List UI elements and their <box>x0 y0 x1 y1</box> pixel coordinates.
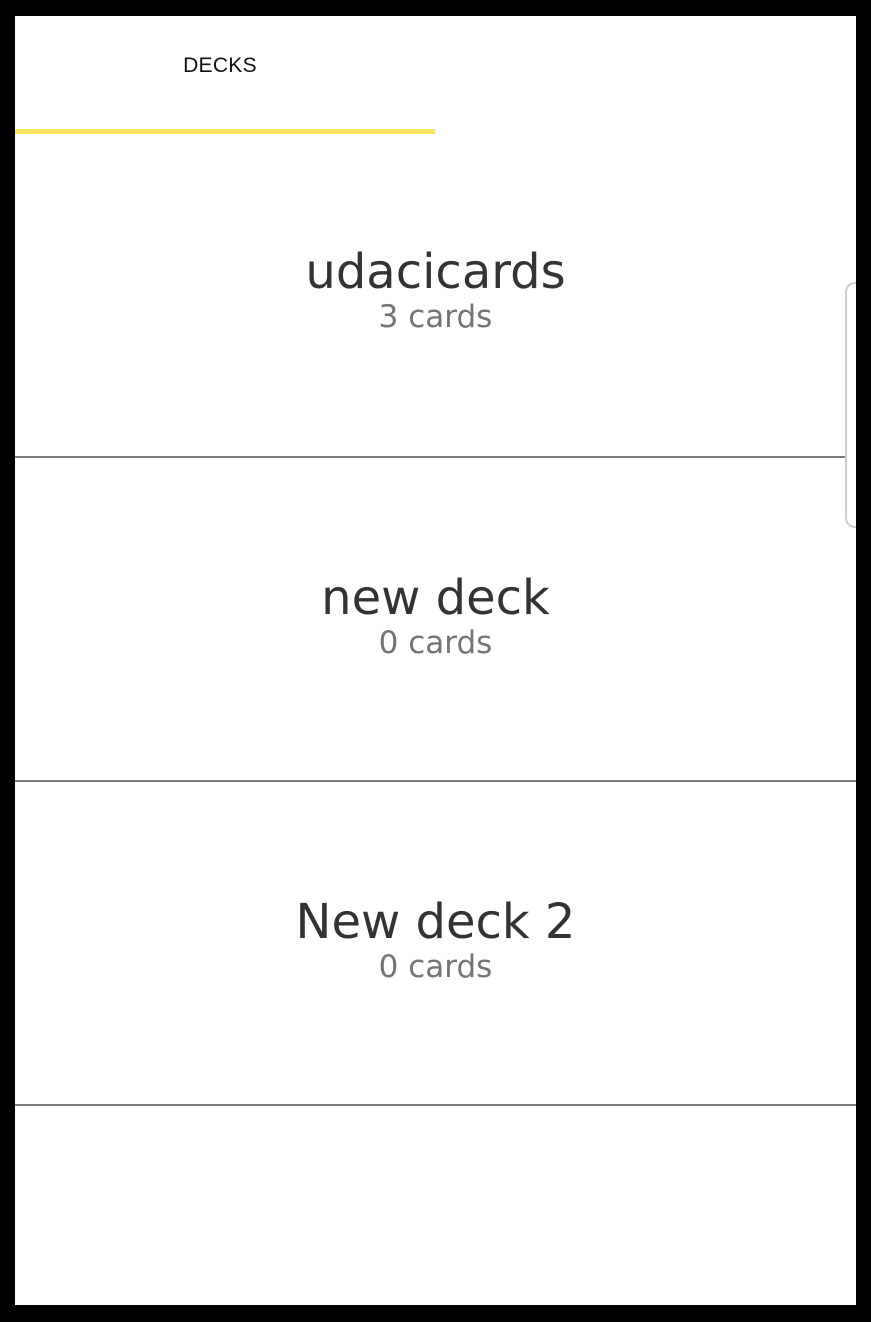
deck-card-count: 3 cards <box>378 299 493 335</box>
deck-card-count: 0 cards <box>378 625 493 661</box>
deck-item-udacicards[interactable]: udacicards 3 cards <box>15 134 856 458</box>
deck-card-count: 0 cards <box>378 949 493 985</box>
deck-title: new deck <box>321 570 550 626</box>
deck-item-new-deck[interactable]: new deck 0 cards <box>15 458 856 782</box>
deck-text-block: New deck 2 0 cards <box>15 892 856 986</box>
edge-panel-handle[interactable] <box>845 282 856 528</box>
deck-title: New deck 2 <box>295 894 576 950</box>
deck-list: udacicards 3 cards new deck 0 cards New … <box>15 134 856 1305</box>
tab-bar: DECKS <box>15 16 856 134</box>
deck-text-block: new deck 0 cards <box>15 568 856 662</box>
deck-title: udacicards <box>305 244 566 300</box>
tab-decks[interactable]: DECKS <box>15 16 435 134</box>
deck-item-new-deck-2[interactable]: New deck 2 0 cards <box>15 782 856 1106</box>
deck-text-block: udacicards 3 cards <box>15 242 856 336</box>
app-screen: DECKS udacicards 3 cards new deck 0 card… <box>15 16 856 1305</box>
tab-decks-label: DECKS <box>183 54 257 77</box>
